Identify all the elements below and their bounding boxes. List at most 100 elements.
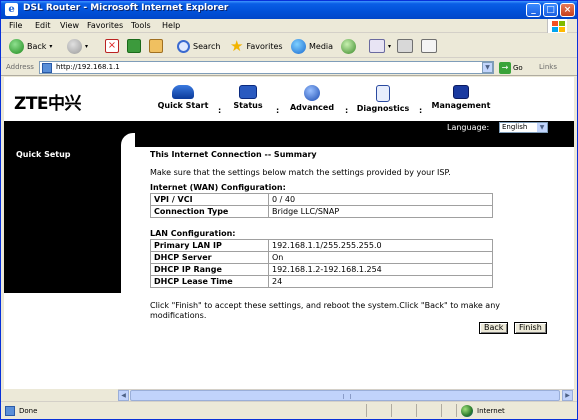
zte-logo: ZTE中兴 (14, 94, 82, 114)
address-input[interactable]: http://192.168.1.1 (39, 61, 494, 74)
refresh-button[interactable] (127, 37, 141, 55)
finish-button[interactable]: Finish (514, 322, 547, 334)
nav-label: Quick Start (157, 101, 209, 110)
stop-icon: × (105, 39, 119, 53)
status-divider (391, 404, 392, 417)
page-viewport: ZTE中兴 Quick Start : Status : Advanced : … (4, 77, 574, 389)
menu-edit[interactable]: Edit (35, 21, 51, 30)
globe-icon (304, 85, 320, 101)
horizontal-scrollbar[interactable]: ◀ ▶ (118, 389, 574, 401)
edit-icon (421, 39, 437, 53)
media-label: Media (309, 41, 334, 51)
nav-separator: : (276, 106, 280, 115)
forward-button[interactable]: ▾ (67, 37, 88, 55)
menu-tools[interactable]: Tools (131, 21, 151, 30)
status-text-area: Done (5, 406, 37, 416)
maximize-button[interactable]: □ (543, 3, 558, 17)
status-divider (366, 404, 367, 417)
search-icon (177, 39, 190, 53)
row-key: Primary LAN IP (150, 239, 269, 252)
status-text: Done (19, 407, 38, 415)
title-bar: e DSL Router - Microsoft Internet Explor… (1, 1, 577, 19)
nav-separator: : (419, 106, 423, 115)
row-value: 0 / 40 (268, 193, 493, 206)
wan-table: VPI / VCI 0 / 40 Connection Type Bridge … (150, 193, 493, 218)
search-button[interactable]: Search (177, 37, 220, 55)
address-url: http://192.168.1.1 (56, 63, 120, 71)
language-select[interactable]: English ▼ (499, 122, 548, 133)
mail-button[interactable]: ▾ (369, 37, 391, 55)
router-header: ZTE中兴 Quick Start : Status : Advanced : … (4, 77, 574, 121)
media-button[interactable]: Media (291, 37, 333, 55)
sidebar-item-quick-setup[interactable]: Quick Setup (16, 150, 71, 159)
nav-label: Status (233, 101, 263, 110)
nav-status[interactable]: Status (226, 79, 270, 119)
row-value: On (268, 251, 493, 264)
close-button[interactable]: × (560, 3, 575, 17)
scroll-left-icon[interactable]: ◀ (118, 390, 129, 401)
nav-label: Management (431, 101, 491, 110)
car-icon (172, 85, 194, 99)
home-icon (149, 39, 163, 53)
search-label: Search (193, 41, 221, 51)
nav-management[interactable]: Management (428, 79, 494, 119)
scroll-thumb[interactable] (130, 390, 560, 401)
menu-view[interactable]: View (60, 21, 79, 30)
links-button[interactable]: Links (539, 63, 557, 71)
lan-section-label: LAN Configuration: (150, 229, 236, 238)
chevron-down-icon: ▼ (537, 123, 547, 132)
ie-icon: e (5, 3, 18, 16)
address-dropdown-button[interactable]: ▼ (482, 62, 493, 73)
nav-separator: : (218, 106, 222, 115)
instruction-note: Click "Finish" to accept these settings,… (150, 301, 501, 320)
content-top-band (121, 133, 574, 147)
page-icon (42, 63, 52, 73)
address-bar: Address http://192.168.1.1 ▼ → Go Links (1, 59, 577, 76)
nav-label: Advanced (289, 103, 335, 112)
stop-button[interactable]: × (105, 37, 119, 55)
row-value: 192.168.1.1/255.255.255.0 (268, 239, 493, 252)
back-label: Back (27, 41, 47, 51)
browser-window: e DSL Router - Microsoft Internet Explor… (0, 0, 578, 420)
nav-quick-start[interactable]: Quick Start (152, 79, 214, 119)
internet-globe-icon (461, 405, 473, 417)
lan-table: Primary LAN IP 192.168.1.1/255.255.255.0… (150, 239, 493, 288)
media-icon (291, 38, 306, 54)
clipboard-icon (376, 85, 390, 102)
language-label: Language: (447, 123, 490, 132)
menu-file[interactable]: File (9, 21, 22, 30)
mail-icon (369, 39, 385, 53)
menu-bar: File Edit View Favorites Tools Help (1, 19, 577, 33)
back-button[interactable]: Back ▾ (9, 37, 52, 55)
history-button[interactable] (341, 37, 356, 55)
favorites-button[interactable]: ★ Favorites (230, 37, 283, 55)
table-row: DHCP IP Range 192.168.1.2-192.168.1.254 (150, 263, 493, 276)
minimize-button[interactable]: _ (526, 3, 541, 17)
nav-label: Diagnostics (356, 104, 410, 113)
management-icon (453, 85, 469, 99)
menu-favorites[interactable]: Favorites (87, 21, 123, 30)
language-band: Language: English ▼ (4, 121, 574, 133)
print-button[interactable] (397, 37, 413, 55)
nav-advanced[interactable]: Advanced (284, 79, 340, 119)
window-title: DSL Router - Microsoft Internet Explorer (23, 3, 229, 13)
row-key: VPI / VCI (150, 193, 269, 206)
table-row: DHCP Server On (150, 251, 493, 264)
forward-arrow-icon (67, 38, 82, 54)
page-icon (5, 406, 15, 416)
menu-help[interactable]: Help (162, 21, 180, 30)
edit-button[interactable] (421, 37, 437, 55)
chevron-down-icon: ▾ (49, 42, 53, 50)
back-button[interactable]: Back (479, 322, 509, 334)
windows-logo-icon (547, 19, 567, 33)
sidebar: Quick Setup (4, 133, 121, 293)
back-arrow-icon (9, 38, 24, 54)
page-title: This Internet Connection -- Summary (150, 150, 317, 159)
scroll-right-icon[interactable]: ▶ (562, 390, 573, 401)
language-value: English (502, 123, 528, 131)
nav-diagnostics[interactable]: Diagnostics (352, 79, 414, 119)
home-button[interactable] (149, 37, 163, 55)
wan-section-label: Internet (WAN) Configuration: (150, 183, 286, 192)
status-divider (416, 404, 417, 417)
go-button[interactable]: → Go (499, 61, 523, 74)
